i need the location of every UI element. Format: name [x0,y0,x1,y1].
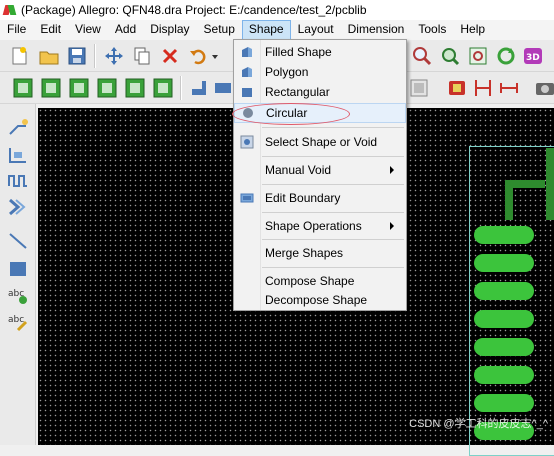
menu-item-label: Merge Shapes [265,246,344,260]
pad[interactable] [474,282,534,300]
add-line-icon[interactable] [6,116,30,138]
undo-dropdown-icon[interactable] [209,45,221,67]
zoom-prev-icon[interactable] [439,45,461,67]
menu-item-label: Compose Shape [265,274,355,288]
menu-item-polygon[interactable]: Polygon [234,62,406,82]
submenu-arrow-icon [390,222,394,230]
menu-view[interactable]: View [68,20,108,40]
layer-icon-4[interactable] [96,77,118,99]
menu-item-label: Polygon [265,65,309,79]
3d-view-icon[interactable]: 3D [522,45,544,67]
filled-shape-icon [240,45,254,59]
polygon-icon [240,65,254,79]
menu-help[interactable]: Help [453,20,492,40]
line-tool-icon[interactable] [6,230,30,252]
menu-separator [262,184,404,185]
pad[interactable] [474,226,534,244]
add-wave-icon[interactable] [6,170,30,192]
add-text-icon[interactable]: abc [6,284,30,306]
menu-separator [262,267,404,268]
copy-icon[interactable] [131,45,153,67]
open-folder-icon[interactable] [38,45,60,67]
menu-add[interactable]: Add [108,20,143,40]
dimension-vertical-icon[interactable] [472,77,494,99]
menu-item-label: Decompose Shape [265,293,368,307]
menu-separator [262,239,404,240]
menu-item-label: Manual Void [265,163,332,177]
menu-item-rectangular[interactable]: Rectangular [234,82,406,102]
camera-icon[interactable] [534,77,554,99]
undo-icon[interactable] [187,45,209,67]
zoom-fit-icon[interactable] [467,45,489,67]
layer-icon-1[interactable] [12,77,34,99]
menu-item-manual-void[interactable]: Manual Void [234,160,406,180]
pad[interactable] [474,310,534,328]
trace [505,180,545,188]
submenu-arrow-icon [390,166,394,174]
select-shape-icon [240,135,254,149]
menu-separator [262,156,404,157]
menu-shape[interactable]: Shape [241,20,291,40]
allegro-app-icon [2,3,17,17]
fill-tool-icon[interactable] [408,77,430,99]
menu-item-label: Filled Shape [265,45,332,59]
menu-item-label: Select Shape or Void [265,135,378,149]
layer-icon-3[interactable] [68,77,90,99]
menu-separator [262,212,404,213]
pad[interactable] [474,338,534,356]
rect-tool-icon[interactable] [212,77,234,99]
menu-separator [262,127,404,128]
title-bar: (Package) Allegro: QFN48.dra Project: E:… [0,0,554,20]
dimension-horizontal-icon[interactable] [498,77,520,99]
pad[interactable] [474,366,534,384]
add-arc-icon[interactable] [6,196,30,218]
menu-setup[interactable]: Setup [197,20,242,40]
pad-tool-icon[interactable] [446,77,468,99]
layer-icon-6[interactable] [152,77,174,99]
rectangular-icon [240,85,254,99]
menu-item-label: Shape Operations [265,219,362,233]
menu-item-edit-boundary[interactable]: Edit Boundary [234,188,406,208]
layer-icon-2[interactable] [40,77,62,99]
menu-layout[interactable]: Layout [291,20,341,40]
step-icon[interactable] [188,77,210,99]
watermark: CSDN @学工科的皮皮志^_^ [409,418,548,430]
menu-display[interactable]: Display [143,20,196,40]
menu-tools[interactable]: Tools [411,20,453,40]
left-toolbar: abc abc [0,104,36,445]
rectangle-tool-icon[interactable] [6,258,30,280]
add-rect-icon[interactable] [6,144,30,166]
menu-item-decompose-shape[interactable]: Decompose Shape [234,290,406,310]
svg-text:3D: 3D [526,53,540,63]
zoom-in-icon[interactable] [411,45,433,67]
svg-text:abc: abc [8,315,24,325]
edit-boundary-icon [240,191,254,205]
menu-file[interactable]: File [0,20,33,40]
menu-edit[interactable]: Edit [33,20,68,40]
menu-item-merge-shapes[interactable]: Merge Shapes [234,243,406,263]
delete-icon[interactable] [159,45,181,67]
menu-item-label: Edit Boundary [265,191,341,205]
pad[interactable] [474,394,534,412]
menu-item-filled-shape[interactable]: Filled Shape [234,42,406,62]
new-file-icon[interactable] [8,45,30,67]
trace [546,148,554,220]
toolbar-separator [180,76,182,100]
menu-bar: File Edit View Add Display Setup Shape L… [0,20,554,40]
shape-menu-dropdown: Filled Shape Polygon Rectangular Circula… [233,39,407,311]
layer-icon-5[interactable] [124,77,146,99]
menu-dimension[interactable]: Dimension [341,20,412,40]
menu-item-select-shape-or-void[interactable]: Select Shape or Void [234,132,406,152]
edit-text-icon[interactable]: abc [6,310,30,332]
move-icon[interactable] [103,45,125,67]
menu-item-label: Rectangular [265,85,330,99]
window-title: (Package) Allegro: QFN48.dra Project: E:… [21,3,367,17]
toolbar-separator [94,44,96,68]
pad[interactable] [474,254,534,272]
save-icon[interactable] [66,45,88,67]
menu-item-shape-operations[interactable]: Shape Operations [234,216,406,236]
refresh-icon[interactable] [495,45,517,67]
annotation-ellipse [232,103,350,125]
menu-item-compose-shape[interactable]: Compose Shape [234,271,406,291]
